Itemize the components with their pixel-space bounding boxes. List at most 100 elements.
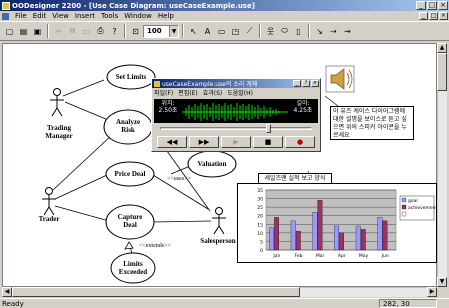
document-window-controls: _ □ × bbox=[419, 12, 448, 20]
chart-y-tick-label: 30 bbox=[257, 197, 263, 203]
uses-tool-icon[interactable]: ⇢ bbox=[327, 25, 340, 38]
usecase-capture-deal[interactable]: Capture Deal bbox=[116, 213, 144, 229]
doc-close-button[interactable]: × bbox=[439, 12, 448, 20]
player-close-button[interactable]: × bbox=[311, 80, 319, 87]
chart-x-tick-label: May bbox=[359, 253, 369, 259]
actor-salesperson[interactable]: Salesperson bbox=[193, 237, 243, 245]
player-window-controls: _ ? × bbox=[293, 80, 319, 87]
scroll-right-icon[interactable]: ▶ bbox=[427, 287, 437, 297]
player-help-button[interactable]: ? bbox=[302, 80, 310, 87]
sales-chart[interactable]: 0 5 10 15 20 25 30 35 Jan Feb Mar Apr May Jun goal achi… bbox=[237, 183, 438, 263]
chart-y-tick-label: 25 bbox=[257, 205, 263, 211]
chart-bar bbox=[317, 200, 323, 251]
chart-x-tick-label: Apr bbox=[338, 253, 346, 259]
menu-edit[interactable]: Edit bbox=[30, 12, 50, 20]
copy-icon[interactable]: ⧉ bbox=[66, 25, 79, 38]
doc-minimize-button[interactable]: _ bbox=[419, 12, 428, 20]
fast-forward-button[interactable]: ▶▶ bbox=[189, 136, 219, 148]
minimize-button[interactable]: _ bbox=[416, 1, 426, 10]
waveform bbox=[182, 103, 288, 121]
cut-icon[interactable]: ✂ bbox=[52, 25, 65, 38]
actor-trading-manager[interactable]: Trading Manager bbox=[39, 124, 79, 140]
length-label: 길이: bbox=[296, 100, 310, 107]
rewind-button[interactable]: ◀◀ bbox=[157, 136, 187, 148]
doc-restore-button[interactable]: □ bbox=[429, 12, 438, 20]
usecase-price-deal[interactable]: Price Deal bbox=[108, 170, 152, 178]
document-icon[interactable] bbox=[2, 12, 9, 20]
association-tool-icon[interactable]: ↘ bbox=[313, 25, 326, 38]
menu-file[interactable]: File bbox=[12, 12, 30, 20]
play-button[interactable]: ▶ bbox=[221, 136, 251, 148]
select-pointer-icon[interactable]: ↖ bbox=[187, 25, 200, 38]
stop-button[interactable]: ■ bbox=[253, 136, 283, 148]
window-controls: _ □ × bbox=[416, 1, 448, 10]
usecase-analyze-risk[interactable]: Analyze Risk bbox=[113, 118, 143, 134]
scroll-left-icon[interactable]: ◀ bbox=[2, 287, 12, 297]
menu-tools[interactable]: Tools bbox=[98, 12, 121, 20]
position-readout: 위치: 2.50초 bbox=[158, 100, 178, 114]
chart-x-tick-label: Mar bbox=[316, 253, 325, 259]
print-icon[interactable]: ⎙ bbox=[94, 25, 107, 38]
menu-view[interactable]: View bbox=[49, 12, 72, 20]
chart-legend-swatch bbox=[401, 204, 407, 210]
player-menu-help[interactable]: 도움말(H) bbox=[227, 88, 253, 97]
line-tool-icon[interactable]: ⟋ bbox=[243, 25, 256, 38]
menu-bar: File Edit View Insert Tools Window Help … bbox=[0, 11, 449, 21]
player-title: useCaseExample.use의 소리 개체 bbox=[162, 81, 258, 88]
horizontal-scrollbar[interactable]: ◀ ▶ bbox=[2, 287, 437, 297]
scroll-up-icon[interactable]: ▲ bbox=[437, 43, 447, 53]
chart-bar bbox=[360, 229, 366, 251]
cursor-coordinates: 282, 30 bbox=[379, 299, 437, 308]
help-icon[interactable]: ? bbox=[108, 25, 121, 38]
close-button[interactable]: × bbox=[438, 1, 448, 10]
paste-icon[interactable]: ▭ bbox=[80, 25, 93, 38]
toolbar-separator bbox=[182, 24, 184, 38]
chart-x-tick-label: Jan bbox=[272, 253, 280, 259]
zoom-fit-icon[interactable]: ⊡ bbox=[129, 25, 142, 38]
usecase-limits-exceeded[interactable]: Limits Exceeded bbox=[117, 260, 149, 276]
extends-stereotype: <<extends>> bbox=[139, 243, 171, 249]
player-minimize-button[interactable]: _ bbox=[293, 80, 301, 87]
usecase-valuation[interactable]: Valuation bbox=[191, 160, 233, 168]
new-file-icon[interactable]: ▢ bbox=[3, 25, 16, 38]
toolbar-separator bbox=[124, 24, 126, 38]
player-menu-file[interactable]: 파일(F) bbox=[154, 88, 173, 97]
chart-bar bbox=[274, 217, 279, 251]
note-tool-icon[interactable]: ◳ bbox=[229, 25, 242, 38]
player-menu-effects[interactable]: 효과(S) bbox=[203, 88, 223, 97]
chart-bar bbox=[290, 220, 296, 251]
scroll-down-icon[interactable]: ▼ bbox=[437, 277, 447, 287]
toolbar-separator bbox=[259, 24, 261, 38]
seek-slider[interactable] bbox=[266, 124, 271, 133]
usecase-tool-icon[interactable]: ⬭ bbox=[278, 25, 291, 38]
vertical-scroll-thumb[interactable] bbox=[437, 53, 447, 91]
actor-trader[interactable]: Trader bbox=[31, 215, 67, 223]
open-folder-icon[interactable]: ▤ bbox=[17, 25, 30, 38]
rectangle-tool-icon[interactable]: ▭ bbox=[215, 25, 228, 38]
menu-window[interactable]: Window bbox=[121, 12, 155, 20]
save-icon[interactable]: ▣ bbox=[31, 25, 44, 38]
seek-track[interactable] bbox=[160, 127, 312, 130]
help-callout: 이 유즈 케이스 다이어그램에 대한 설명을 보이스로 듣고 싶으면 위의 스피… bbox=[330, 106, 414, 140]
menu-insert[interactable]: Insert bbox=[72, 12, 98, 20]
text-tool-icon[interactable]: A bbox=[201, 25, 214, 38]
zoom-select[interactable]: 100 ▼ bbox=[143, 24, 179, 38]
chart-svg: 0 5 10 15 20 25 30 35 Jan Feb Mar Apr May Jun goalachi… bbox=[257, 188, 437, 259]
vertical-scrollbar[interactable]: ▲ ▼ bbox=[437, 43, 447, 287]
record-button[interactable]: ● bbox=[285, 136, 315, 148]
window-title: OODesigner 2200 - [Use Case Diagram: use… bbox=[12, 1, 255, 10]
speaker-icon[interactable] bbox=[325, 65, 355, 93]
boundary-tool-icon[interactable]: ▯ bbox=[292, 25, 305, 38]
horizontal-scroll-thumb[interactable] bbox=[12, 287, 300, 297]
player-menu-edit[interactable]: 편집(E) bbox=[178, 88, 198, 97]
usecase-set-limits[interactable]: Set Limits bbox=[109, 73, 153, 81]
extends-tool-icon[interactable]: ⇝ bbox=[341, 25, 354, 38]
maximize-button[interactable]: □ bbox=[427, 1, 437, 10]
actor-tool-icon[interactable]: 웃 bbox=[264, 25, 277, 38]
chart-y-tick-label: 5 bbox=[260, 239, 263, 245]
toolbar-separator bbox=[308, 24, 310, 38]
status-text: Ready bbox=[2, 299, 24, 308]
chevron-down-icon[interactable]: ▼ bbox=[169, 25, 178, 37]
menu-help[interactable]: Help bbox=[155, 12, 177, 20]
sound-player-window[interactable]: useCaseExample.use의 소리 개체 _ ? × 파일(F) 편집… bbox=[151, 78, 321, 152]
